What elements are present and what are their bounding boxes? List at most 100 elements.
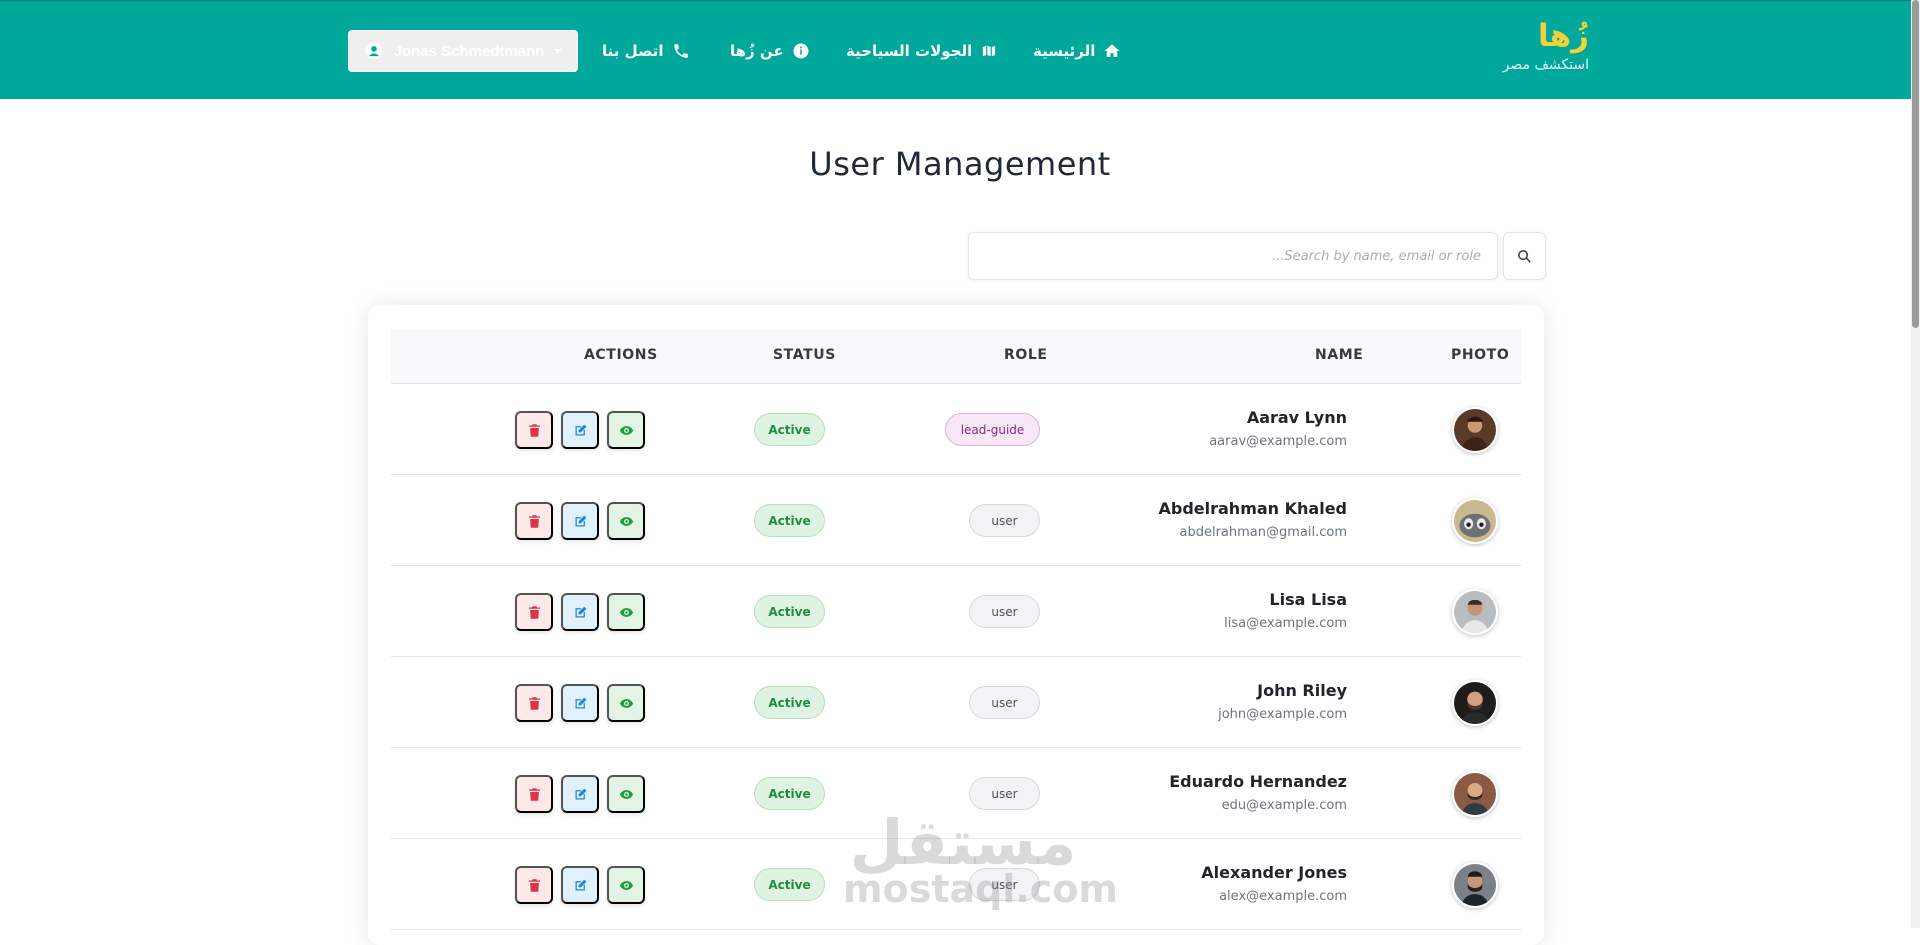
eye-icon [619, 423, 634, 438]
role-badge: user [969, 595, 1040, 628]
user-avatar [1452, 862, 1498, 908]
table-row: Aarav Lynn aarav@example.com lead-guide … [391, 384, 1521, 475]
brand-name: زُها [1538, 18, 1589, 54]
trash-icon [527, 423, 542, 438]
delete-user-button[interactable] [515, 866, 553, 904]
eye-icon [619, 605, 634, 620]
user-email: lisa@example.com [1224, 616, 1347, 631]
edit-user-button[interactable] [561, 502, 599, 540]
edit-user-button[interactable] [561, 684, 599, 722]
scrollbar-thumb[interactable] [1912, 0, 1919, 328]
delete-user-button[interactable] [515, 684, 553, 722]
column-header-actions: ACTIONS [584, 347, 658, 363]
status-badge: Active [754, 868, 825, 901]
table-row: Abdelrahman Khaled abdelrahman@gmail.com… [391, 475, 1521, 566]
user-avatar [1452, 498, 1498, 544]
search-button[interactable] [1503, 232, 1546, 280]
nav-link-home[interactable]: الرئيسية [1033, 38, 1121, 64]
user-email: edu@example.com [1221, 798, 1347, 813]
user-menu-button[interactable]: Jonas Schmedtmann [348, 30, 578, 72]
chevron-down-icon [554, 48, 563, 54]
user-name: Lisa Lisa [1269, 590, 1347, 609]
trash-icon [527, 878, 542, 893]
status-badge: Active [754, 777, 825, 810]
role-badge: user [969, 504, 1040, 537]
user-name: Eduardo Hernandez [1169, 772, 1347, 791]
navbar: زُها استكشف مصر الرئيسية الجولات السياحي… [0, 0, 1920, 99]
edit-user-button[interactable] [561, 593, 599, 631]
edit-icon [573, 514, 588, 529]
user-avatar [1452, 771, 1498, 817]
nav-link-tours[interactable]: الجولات السياحية [846, 38, 998, 64]
edit-user-button[interactable] [561, 866, 599, 904]
phone-icon [672, 42, 690, 60]
brand-logo[interactable]: زُها استكشف مصر [1503, 16, 1589, 73]
column-header-name: NAME [1315, 347, 1364, 363]
edit-icon [573, 605, 588, 620]
user-avatar [1452, 680, 1498, 726]
search-bar [968, 232, 1546, 280]
page-title: User Management [809, 145, 1111, 183]
eye-icon [619, 696, 634, 711]
status-badge: Active [754, 686, 825, 719]
edit-icon [573, 787, 588, 802]
table-row: Alexander Jones alex@example.com user Ac… [391, 839, 1521, 930]
eye-icon [619, 514, 634, 529]
search-input[interactable] [968, 232, 1498, 280]
view-user-button[interactable] [607, 775, 645, 813]
edit-icon [573, 878, 588, 893]
user-avatar [1452, 407, 1498, 453]
table-row: Lisa Lisa lisa@example.com user Active [391, 566, 1521, 657]
user-name: Abdelrahman Khaled [1158, 499, 1347, 518]
brand-tagline: استكشف مصر [1502, 56, 1589, 73]
column-header-status: STATUS [773, 347, 836, 363]
delete-user-button[interactable] [515, 411, 553, 449]
info-icon [792, 42, 810, 60]
table-header: PHOTO NAME ROLE STATUS ACTIONS [391, 329, 1521, 384]
nav-link-about[interactable]: عن زُها [730, 38, 810, 64]
delete-user-button[interactable] [515, 775, 553, 813]
role-badge: user [969, 686, 1040, 719]
user-circle-icon [364, 41, 384, 61]
table-row: John Riley john@example.com user Active [391, 657, 1521, 748]
role-badge: lead-guide [945, 413, 1040, 446]
nav-link-label: الجولات السياحية [846, 42, 973, 60]
table-row: Eduardo Hernandez edu@example.com user A… [391, 748, 1521, 839]
edit-icon [573, 696, 588, 711]
edit-user-button[interactable] [561, 411, 599, 449]
trash-icon [527, 605, 542, 620]
user-email: aarav@example.com [1209, 434, 1347, 449]
trash-icon [527, 696, 542, 711]
nav-link-label: الرئيسية [1033, 42, 1096, 60]
trash-icon [527, 787, 542, 802]
edit-icon [573, 423, 588, 438]
view-user-button[interactable] [607, 411, 645, 449]
map-icon [980, 42, 998, 60]
user-name: John Riley [1257, 681, 1347, 700]
status-badge: Active [754, 413, 825, 446]
user-email: abdelrahman@gmail.com [1179, 525, 1347, 540]
delete-user-button[interactable] [515, 593, 553, 631]
role-badge: user [969, 868, 1040, 901]
role-badge: user [969, 777, 1040, 810]
trash-icon [527, 514, 542, 529]
user-avatar [1452, 589, 1498, 635]
view-user-button[interactable] [607, 684, 645, 722]
edit-user-button[interactable] [561, 775, 599, 813]
status-badge: Active [754, 595, 825, 628]
user-name: Aarav Lynn [1246, 408, 1347, 427]
nav-link-contact[interactable]: اتصل بنا [602, 38, 690, 64]
nav-link-label: اتصل بنا [602, 42, 664, 60]
user-email: john@example.com [1218, 707, 1347, 722]
search-icon [1516, 248, 1533, 265]
column-header-role: ROLE [1004, 347, 1048, 363]
column-header-photo: PHOTO [1451, 347, 1510, 363]
eye-icon [619, 787, 634, 802]
eye-icon [619, 878, 634, 893]
user-menu-label: Jonas Schmedtmann [393, 42, 545, 60]
view-user-button[interactable] [607, 502, 645, 540]
view-user-button[interactable] [607, 593, 645, 631]
delete-user-button[interactable] [515, 502, 553, 540]
view-user-button[interactable] [607, 866, 645, 904]
status-badge: Active [754, 504, 825, 537]
